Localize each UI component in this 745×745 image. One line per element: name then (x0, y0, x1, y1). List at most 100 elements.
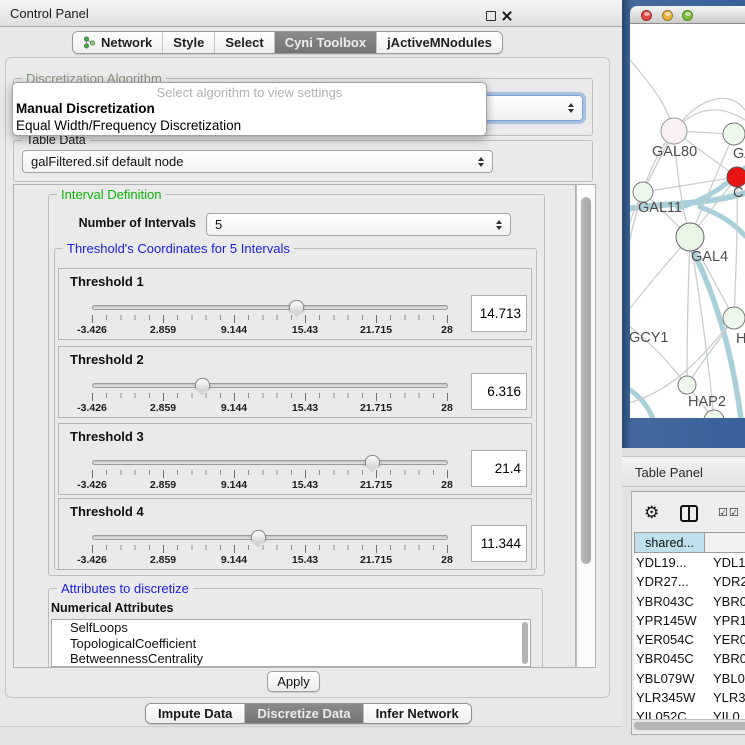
settings-scroll-area: Interval Definition Number of Intervals … (13, 184, 576, 668)
float-window-icon[interactable] (486, 11, 496, 21)
scale-tick-label: 15.43 (292, 402, 318, 414)
tab-jactivemnodules[interactable]: jActiveMNodules (377, 32, 502, 53)
table-cell: YBR0 (713, 651, 745, 666)
tab-cyni-toolbox[interactable]: Cyni Toolbox (275, 32, 377, 53)
scale-tick-label: 9.144 (221, 402, 247, 414)
scale-tick-label: 28 (441, 479, 453, 491)
scrollbar-thumb[interactable] (581, 197, 591, 564)
checkboxes-icon[interactable]: ☑☑ (718, 506, 740, 519)
table-row[interactable]: YBR043CYBR0 (634, 592, 745, 611)
thin-edge[interactable] (630, 237, 690, 320)
node-label: H (736, 331, 745, 347)
threshold-value-field[interactable]: 21.4 (471, 450, 527, 487)
thin-edge[interactable] (687, 237, 690, 385)
network-node-hap2[interactable] (678, 376, 696, 394)
table-row[interactable]: YPR145WYPR1 (634, 611, 745, 630)
table-row[interactable]: YBL079WYBL0 (634, 669, 745, 688)
scale-tick-label: 28 (441, 402, 453, 414)
network-canvas[interactable]: GAL80GACGAL11GAL4GCY1HHAP2 (630, 24, 745, 418)
dropdown-option-manual[interactable]: Manual Discretization (13, 100, 486, 117)
tab-label: Network (101, 35, 152, 50)
list-item[interactable]: TopologicalCoefficient (52, 636, 530, 652)
network-node-gal4[interactable] (676, 223, 704, 251)
threshold-value-field[interactable]: 14.713 (471, 295, 527, 332)
column-header-shared[interactable]: shared... (634, 532, 705, 553)
node-label: GA (733, 146, 745, 162)
gear-icon[interactable]: ⚙ (644, 503, 659, 523)
number-of-intervals-label: Number of Intervals (61, 216, 196, 230)
threshold-value-field[interactable]: 11.344 (471, 525, 527, 562)
network-graph[interactable]: GAL80GACGAL11GAL4GCY1HHAP2 (630, 24, 745, 418)
split-columns-icon[interactable] (680, 505, 698, 522)
slider-track[interactable] (92, 305, 448, 310)
threshold-value-field[interactable]: 6.316 (471, 373, 527, 410)
scale-tick-label: 15.43 (292, 554, 318, 566)
table-cell: YDR27... (636, 574, 689, 589)
close-icon[interactable] (501, 10, 512, 21)
scale-tick-label: 28 (441, 324, 453, 336)
table-cell: YLR3 (713, 690, 745, 705)
numerical-attributes-list[interactable]: SelfLoops TopologicalCoefficient Between… (51, 619, 531, 667)
slider-track[interactable] (92, 535, 448, 540)
scale-tick-label: 2.859 (150, 402, 176, 414)
node-label: GAL11 (638, 200, 682, 216)
node-label: HAP2 (688, 394, 726, 410)
table-row[interactable]: YDL19...YDL1 (634, 553, 745, 572)
slider-track[interactable] (92, 383, 448, 388)
threshold-label: Threshold 3 (70, 429, 144, 444)
scale-tick-label: 2.859 (150, 554, 176, 566)
table-row[interactable]: YER054CYER0 (634, 630, 745, 649)
tab-label: Infer Network (376, 706, 459, 721)
tab-style[interactable]: Style (163, 32, 215, 53)
tab-network[interactable]: Network (73, 32, 163, 53)
table-data-combobox[interactable]: galFiltered.sif default node (22, 150, 493, 173)
list-item[interactable]: SelfLoops (52, 620, 530, 636)
network-window-titlebar[interactable] (630, 6, 745, 24)
slider-track[interactable] (92, 460, 448, 465)
table-row[interactable]: YDR27...YDR2 (634, 572, 745, 591)
thick-edge[interactable] (693, 251, 741, 418)
network-node-gal80[interactable] (661, 118, 687, 144)
threshold-slider[interactable]: -3.4262.8599.14415.4321.71528 (92, 305, 448, 339)
panel-divider[interactable] (622, 448, 745, 457)
tab-infer-network[interactable]: Infer Network (364, 704, 471, 723)
apply-button[interactable]: Apply (267, 671, 320, 692)
slider-ticks-major (92, 545, 449, 553)
list-item[interactable]: BetweennessCentrality (52, 651, 530, 667)
network-view-frame: GAL80GACGAL11GAL4GCY1HHAP2 (622, 0, 745, 448)
minimize-traffic-light[interactable] (662, 10, 673, 21)
network-node-red[interactable] (727, 167, 745, 187)
tab-discretize-data[interactable]: Discretize Data (245, 704, 363, 723)
tab-label: jActiveMNodules (387, 35, 492, 50)
table-cell: YPR1 (713, 613, 745, 628)
network-node-gal11[interactable] (633, 182, 653, 202)
slider-thumb[interactable] (289, 300, 304, 311)
slider-thumb[interactable] (195, 378, 210, 389)
table-row[interactable]: YBR045CYBR0 (634, 649, 745, 668)
tab-select[interactable]: Select (215, 32, 274, 53)
thick-edge[interactable] (700, 207, 745, 236)
network-icon (83, 36, 96, 49)
threshold-slider[interactable]: -3.4262.8599.14415.4321.71528 (92, 535, 448, 569)
scale-tick-label: 9.144 (221, 324, 247, 336)
network-node-top-right[interactable] (723, 123, 745, 145)
threshold-slider[interactable]: -3.4262.8599.14415.4321.71528 (92, 460, 448, 494)
table-panel-titlebar: Table Panel (622, 457, 745, 487)
dropdown-option-equal-width[interactable]: Equal Width/Frequency Discretization (13, 117, 486, 134)
list-scrollbar[interactable] (522, 622, 528, 664)
tab-label: Style (173, 35, 204, 50)
network-node-h-node[interactable] (723, 307, 745, 329)
slider-thumb[interactable] (365, 455, 380, 466)
threshold-slider[interactable]: -3.4262.8599.14415.4321.71528 (92, 383, 448, 417)
table-row[interactable]: YLR345WYLR3 (634, 688, 745, 707)
slider-thumb[interactable] (251, 530, 266, 541)
close-traffic-light[interactable] (641, 10, 652, 21)
horizontal-scrollbar[interactable] (632, 719, 745, 732)
column-header-name[interactable]: na (705, 532, 745, 553)
zoom-traffic-light[interactable] (682, 10, 693, 21)
vertical-scrollbar[interactable] (576, 184, 596, 668)
table-body: YDL19...YDL1YDR27...YDR2YBR043CYBR0YPR14… (634, 553, 745, 727)
scrollbar-thumb[interactable] (634, 722, 745, 730)
tab-impute-data[interactable]: Impute Data (146, 704, 245, 723)
number-of-intervals-combobox[interactable]: 5 (206, 213, 511, 236)
